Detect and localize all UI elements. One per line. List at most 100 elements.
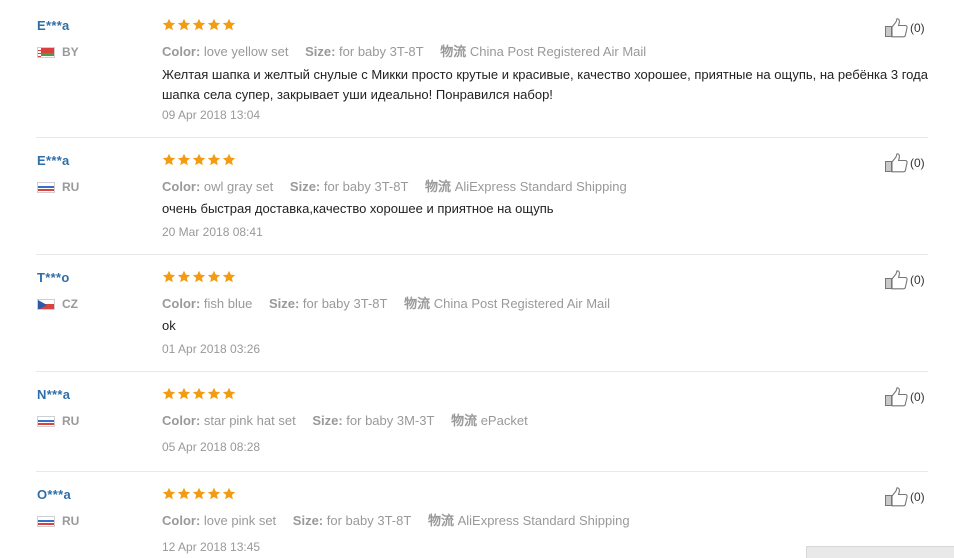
star-rating	[162, 487, 236, 501]
size-value: for baby 3T-8T	[339, 44, 424, 59]
thumbs-up-icon	[885, 153, 908, 173]
star-icon	[177, 387, 191, 400]
thumbs-up-icon	[885, 18, 908, 38]
shipping-label: 物流	[440, 44, 467, 59]
star-rating	[162, 18, 236, 32]
size-label: Size:	[289, 179, 321, 194]
color-label: Color:	[162, 179, 201, 194]
color-value: love pink set	[203, 513, 277, 528]
star-icon	[162, 487, 176, 500]
star-icon	[192, 153, 206, 166]
star-icon	[207, 18, 221, 31]
helpful-button[interactable]: (0)	[885, 487, 925, 507]
buyer-country: RU	[37, 414, 79, 428]
helpful-count: (0)	[910, 21, 925, 35]
star-icon	[192, 487, 206, 500]
review-date: 12 Apr 2018 13:45	[162, 540, 261, 554]
star-icon	[177, 270, 191, 283]
shipping-value: China Post Registered Air Mail	[469, 44, 647, 59]
color-label: Color:	[162, 296, 201, 311]
shipping-label: 物流	[451, 413, 478, 428]
helpful-count: (0)	[910, 156, 925, 170]
buyer-name: E***a	[37, 18, 70, 33]
country-code: RU	[62, 514, 80, 528]
order-attributes: Color: love pink set Size: for baby 3T-8…	[162, 510, 630, 529]
shipping-value: ePacket	[480, 413, 528, 428]
buyer-country: RU	[37, 514, 79, 528]
helpful-count: (0)	[910, 273, 925, 287]
color-label: Color:	[162, 513, 201, 528]
buyer-country: BY	[37, 45, 79, 59]
country-code: CZ	[62, 297, 78, 311]
buyer-name: T***o	[37, 270, 70, 285]
star-icon	[177, 153, 191, 166]
country-code: BY	[62, 45, 79, 59]
thumbs-up-icon	[885, 487, 908, 507]
shipping-value: AliExpress Standard Shipping	[454, 179, 627, 194]
review-date: 05 Apr 2018 08:28	[162, 440, 261, 454]
buyer-name: E***a	[37, 153, 70, 168]
size-value: for baby 3T-8T	[323, 179, 409, 194]
star-icon	[222, 153, 236, 166]
flag-ru-icon	[37, 415, 55, 427]
star-rating	[162, 270, 236, 284]
order-attributes: Color: fish blue Size: for baby 3T-8T 物流…	[162, 293, 610, 312]
review-date: 09 Apr 2018 13:04	[162, 108, 261, 122]
shipping-value: China Post Registered Air Mail	[433, 296, 611, 311]
size-value: for baby 3T-8T	[326, 513, 412, 528]
star-icon	[222, 18, 236, 31]
star-icon	[192, 18, 206, 31]
star-icon	[207, 387, 221, 400]
order-attributes: Color: owl gray set Size: for baby 3T-8T…	[162, 176, 627, 195]
buyer-country: RU	[37, 180, 79, 194]
star-icon	[162, 18, 176, 31]
review-date: 20 Mar 2018 08:41	[162, 225, 263, 239]
helpful-button[interactable]: (0)	[885, 153, 925, 173]
star-icon	[207, 153, 221, 166]
feedback-list: E***a BY Color: love yellow set Size: fo…	[0, 0, 954, 558]
size-value: for baby 3M-3T	[346, 413, 435, 428]
shipping-label: 物流	[425, 179, 452, 194]
review-text: ok	[162, 318, 176, 333]
buyer-name: O***a	[37, 487, 72, 502]
star-icon	[207, 270, 221, 283]
star-icon	[222, 387, 236, 400]
color-value: love yellow set	[203, 44, 289, 59]
color-label: Color:	[162, 44, 201, 59]
star-icon	[222, 487, 236, 500]
buyer-country: CZ	[37, 297, 78, 311]
shipping-label: 物流	[427, 513, 454, 528]
star-icon	[177, 18, 191, 31]
order-attributes: Color: star pink hat set Size: for baby …	[162, 410, 528, 429]
helpful-button[interactable]: (0)	[885, 18, 925, 38]
thumbs-up-icon	[885, 387, 908, 407]
color-value: fish blue	[203, 296, 253, 311]
order-attributes: Color: love yellow set Size: for baby 3T…	[162, 41, 646, 60]
country-code: RU	[62, 180, 80, 194]
size-label: Size:	[312, 413, 343, 428]
star-icon	[207, 487, 221, 500]
review-date: 01 Apr 2018 03:26	[162, 342, 261, 356]
size-label: Size:	[268, 296, 300, 311]
review-divider	[36, 137, 928, 138]
flag-ru-icon	[37, 515, 55, 527]
star-rating	[162, 153, 236, 167]
helpful-count: (0)	[910, 490, 925, 504]
review-text: Желтая шапка и желтый снулые с Микки про…	[162, 67, 928, 102]
star-icon	[162, 387, 176, 400]
buyer-name: N***a	[37, 387, 71, 402]
star-icon	[192, 387, 206, 400]
review-divider	[36, 471, 928, 472]
shipping-value: AliExpress Standard Shipping	[457, 513, 630, 528]
review-divider	[36, 371, 928, 372]
size-label: Size:	[292, 513, 324, 528]
helpful-button[interactable]: (0)	[885, 387, 925, 407]
color-label: Color:	[162, 413, 201, 428]
helpful-button[interactable]: (0)	[885, 270, 925, 290]
shipping-label: 物流	[404, 296, 431, 311]
flag-cz-icon	[37, 298, 55, 310]
star-rating	[162, 387, 236, 401]
star-icon	[192, 270, 206, 283]
review-divider	[36, 254, 928, 255]
size-label: Size:	[305, 44, 336, 59]
